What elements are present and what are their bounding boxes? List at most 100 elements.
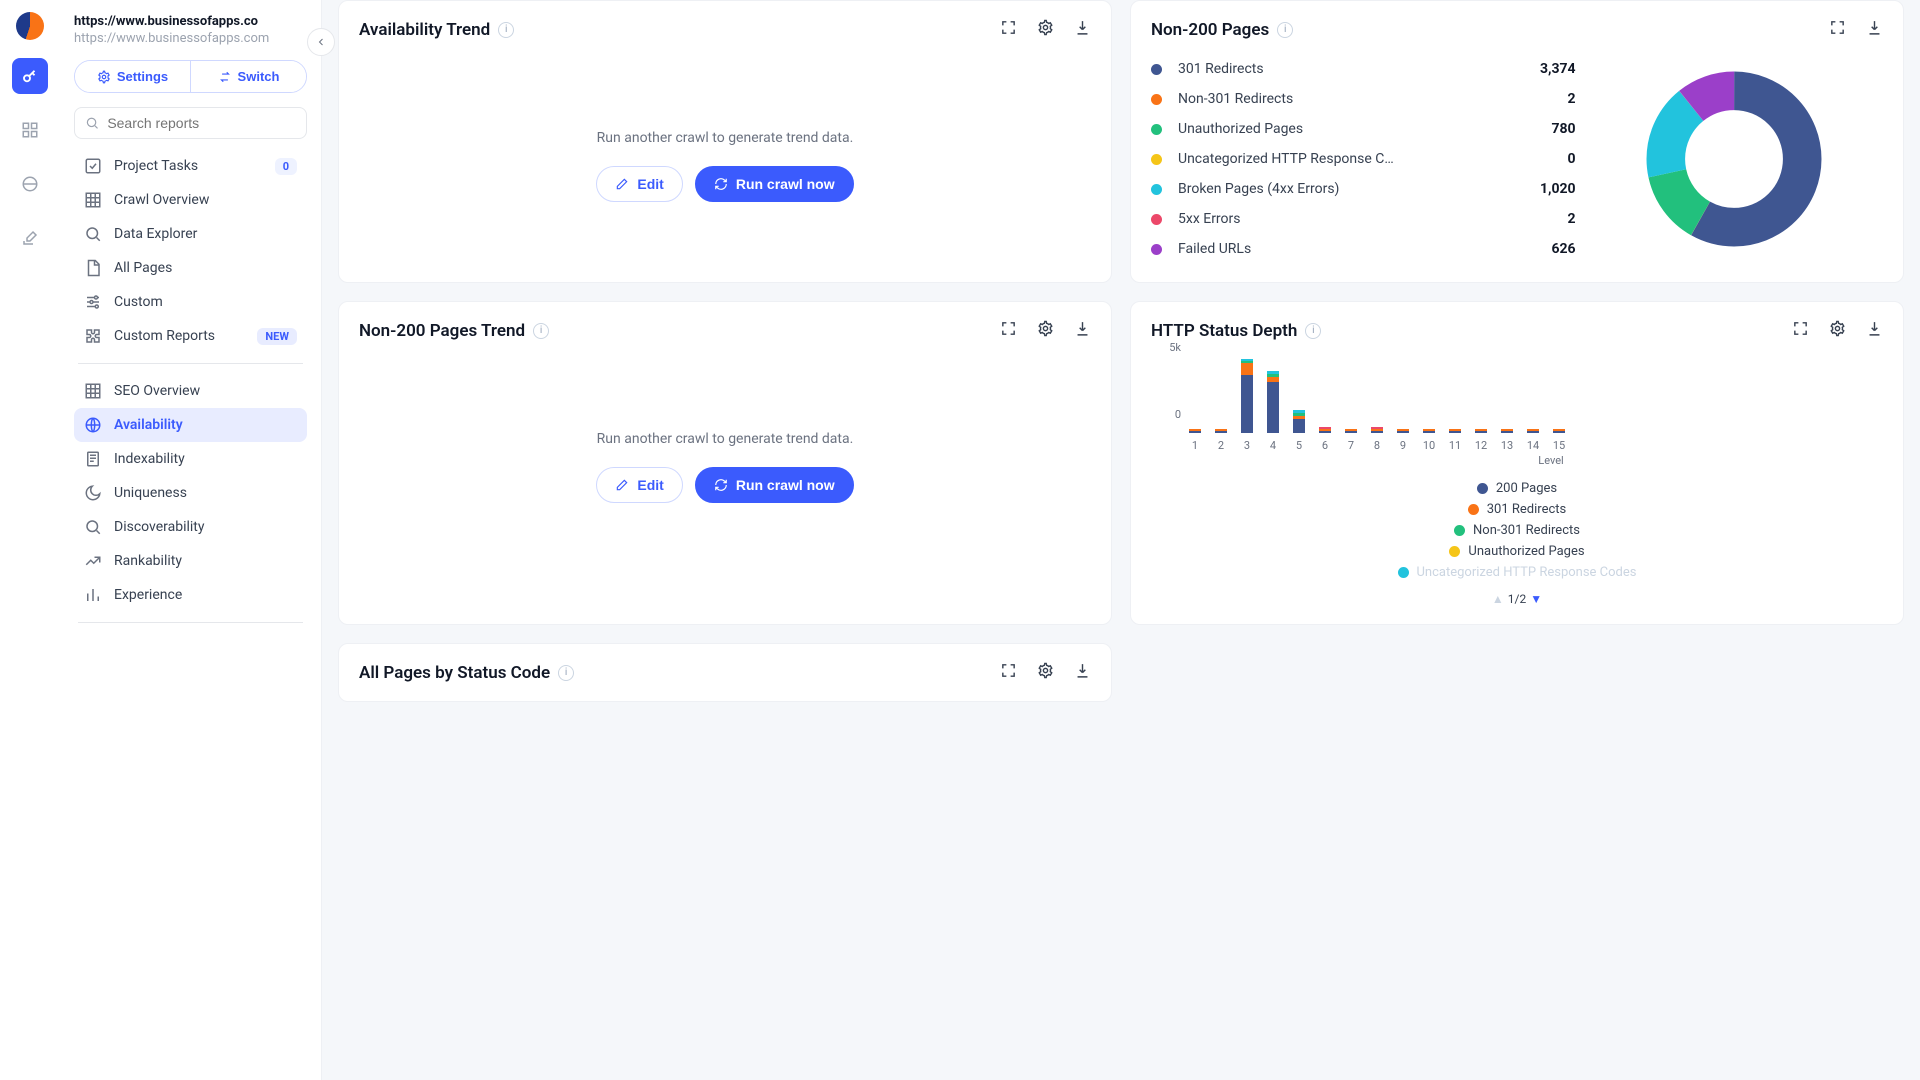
sidebar-item-label: Data Explorer	[114, 226, 197, 242]
legend-label: Failed URLs	[1178, 241, 1251, 257]
legend-item[interactable]: Unauthorized Pages780	[1151, 114, 1576, 144]
gear-icon[interactable]	[1037, 19, 1054, 40]
legend-item[interactable]: Broken Pages (4xx Errors)1,020	[1151, 174, 1576, 204]
refresh-icon	[714, 478, 728, 492]
info-icon[interactable]: i	[533, 323, 549, 339]
sidebar-collapse-button[interactable]	[307, 28, 335, 56]
search-input[interactable]	[107, 115, 296, 131]
pager-text: 1/2	[1508, 592, 1526, 606]
sidebar-item-all-pages[interactable]: All Pages	[74, 251, 307, 285]
legend-dot	[1151, 244, 1162, 255]
run-crawl-button[interactable]: Run crawl now	[695, 166, 854, 202]
expand-icon[interactable]	[1829, 19, 1846, 40]
gear-icon[interactable]	[1829, 320, 1846, 341]
legend-pager[interactable]: ▲ 1/2 ▼	[1492, 592, 1542, 606]
gear-icon[interactable]	[1037, 662, 1054, 683]
sidebar-item-project-tasks[interactable]: Project Tasks0	[74, 149, 307, 183]
sidebar-item-availability[interactable]: Availability	[74, 408, 307, 442]
bar-column[interactable]	[1185, 429, 1205, 433]
bar-column[interactable]	[1263, 371, 1283, 433]
sidebar-item-seo-overview[interactable]: SEO Overview	[74, 374, 307, 408]
sidebar-divider	[78, 622, 303, 623]
legend-dot	[1151, 64, 1162, 75]
gear-icon[interactable]	[1037, 320, 1054, 341]
ylabel-bottom: 0	[1175, 408, 1181, 421]
bar-column[interactable]	[1497, 429, 1517, 433]
legend-label: 200 Pages	[1496, 481, 1557, 496]
edit-button[interactable]: Edit	[596, 166, 682, 202]
expand-icon[interactable]	[1000, 662, 1017, 683]
iconbar-gauge-icon[interactable]	[12, 166, 48, 202]
expand-icon[interactable]	[1000, 19, 1017, 40]
bar-column[interactable]	[1341, 429, 1361, 433]
bar-column[interactable]	[1445, 429, 1465, 433]
download-icon[interactable]	[1074, 662, 1091, 683]
sidebar-badge: NEW	[257, 328, 297, 345]
search-box[interactable]	[74, 107, 307, 139]
legend-item[interactable]: Non-301 Redirects2	[1151, 84, 1576, 114]
bar-column[interactable]	[1367, 427, 1387, 433]
download-icon[interactable]	[1866, 320, 1883, 341]
legend-item[interactable]: Uncategorized HTTP Response C…0	[1151, 144, 1576, 174]
site-url-secondary: https://www.businessofapps.com	[74, 31, 307, 46]
legend-label: Unauthorized Pages	[1178, 121, 1303, 137]
bar-column[interactable]	[1549, 429, 1569, 433]
bar-column[interactable]	[1419, 429, 1439, 433]
brand-logo	[16, 12, 44, 40]
info-icon[interactable]: i	[558, 665, 574, 681]
legend-item[interactable]: Unauthorized Pages	[1449, 544, 1584, 559]
iconbar-dashboard-icon[interactable]	[12, 112, 48, 148]
non200-donut-chart	[1586, 69, 1883, 249]
xlabel: 5	[1289, 439, 1309, 452]
legend-item[interactable]: 5xx Errors2	[1151, 204, 1576, 234]
bar-column[interactable]	[1523, 429, 1543, 433]
sidebar-item-rankability[interactable]: Rankability	[74, 544, 307, 578]
bar-column[interactable]	[1289, 410, 1309, 433]
xlabel: 9	[1393, 439, 1413, 452]
sidebar-item-indexability[interactable]: Indexability	[74, 442, 307, 476]
download-icon[interactable]	[1074, 320, 1091, 341]
sidebar-item-custom[interactable]: Custom	[74, 285, 307, 319]
run-crawl-button[interactable]: Run crawl now	[695, 467, 854, 503]
bar-column[interactable]	[1471, 429, 1491, 433]
sidebar-item-label: Project Tasks	[114, 158, 198, 174]
xlabel: 3	[1237, 439, 1257, 452]
sidebar-item-uniqueness[interactable]: Uniqueness	[74, 476, 307, 510]
pager-prev-icon[interactable]: ▲	[1492, 592, 1504, 606]
edit-button[interactable]: Edit	[596, 467, 682, 503]
card-non200-trend: Non-200 Pages Trend i Run another crawl …	[338, 301, 1112, 625]
info-icon[interactable]: i	[1277, 22, 1293, 38]
settings-button[interactable]: Settings	[75, 61, 191, 92]
expand-icon[interactable]	[1792, 320, 1809, 341]
iconbar-edit-icon[interactable]	[12, 220, 48, 256]
legend-item[interactable]: Non-301 Redirects	[1454, 523, 1580, 538]
legend-value: 626	[1551, 241, 1575, 257]
download-icon[interactable]	[1866, 19, 1883, 40]
sidebar-item-data-explorer[interactable]: Data Explorer	[74, 217, 307, 251]
download-icon[interactable]	[1074, 19, 1091, 40]
pager-next-icon[interactable]: ▼	[1530, 592, 1542, 606]
legend-item[interactable]: Failed URLs 626	[1151, 234, 1576, 264]
legend-item[interactable]: 301 Redirects3,374	[1151, 54, 1576, 84]
switch-button[interactable]: Switch	[191, 61, 306, 92]
legend-value: 1,020	[1540, 181, 1576, 197]
info-icon[interactable]: i	[1305, 323, 1321, 339]
iconbar-key-icon[interactable]	[12, 58, 48, 94]
bar-column[interactable]	[1315, 427, 1335, 433]
bar-column[interactable]	[1393, 429, 1413, 433]
bar-column[interactable]	[1211, 429, 1231, 433]
info-icon[interactable]: i	[498, 22, 514, 38]
sidebar-item-custom-reports[interactable]: Custom ReportsNEW	[74, 319, 307, 353]
legend-dot	[1151, 214, 1162, 225]
expand-icon[interactable]	[1000, 320, 1017, 341]
sidebar-item-crawl-overview[interactable]: Crawl Overview	[74, 183, 307, 217]
xlabel: 4	[1263, 439, 1283, 452]
sidebar-item-discoverability[interactable]: Discoverability	[74, 510, 307, 544]
sidebar-item-experience[interactable]: Experience	[74, 578, 307, 612]
legend-item[interactable]: 301 Redirects	[1468, 502, 1567, 517]
legend-label: Uncategorized HTTP Response C…	[1178, 151, 1394, 167]
bar-column[interactable]	[1237, 359, 1257, 433]
legend-item[interactable]: 200 Pages	[1477, 481, 1557, 496]
site-url-primary: https://www.businessofapps.co	[74, 14, 307, 29]
card-title: Non-200 Pages Trend	[359, 321, 525, 341]
